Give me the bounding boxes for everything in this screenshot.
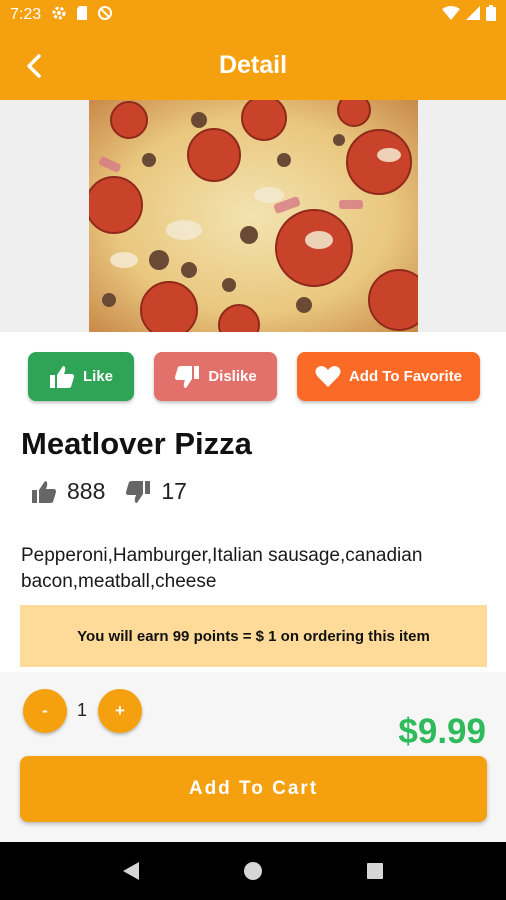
- status-icons-right: [442, 4, 496, 26]
- sd-card-icon: [75, 5, 89, 26]
- page-title: Detail: [218, 50, 288, 79]
- product-price: $9.99: [398, 712, 486, 751]
- pizza-image: [89, 100, 418, 332]
- status-time: 7:23: [10, 6, 42, 23]
- dislike-label: Dislike: [208, 368, 257, 385]
- back-triangle-icon: [123, 862, 139, 880]
- action-buttons: Like Dislike Add To Favorite: [0, 352, 506, 402]
- app-bar: Detail: [0, 30, 506, 100]
- back-arrow-icon: [27, 54, 41, 78]
- dislike-count-group: 17: [125, 478, 187, 505]
- status-icons-left: [51, 5, 113, 26]
- dislike-count: 17: [161, 478, 187, 504]
- add-to-favorite-button[interactable]: Add To Favorite: [297, 352, 480, 401]
- thumbs-up-icon: [49, 365, 74, 388]
- system-navigation-bar: [0, 842, 506, 900]
- favorite-label: Add To Favorite: [348, 368, 463, 385]
- product-name: Meatlover Pizza: [21, 426, 252, 461]
- nav-home-button[interactable]: [233, 851, 273, 891]
- recents-square-icon: [367, 863, 383, 879]
- wifi-icon: [442, 5, 460, 25]
- quantity-value: 1: [76, 700, 87, 720]
- back-button[interactable]: [20, 52, 48, 80]
- product-image-area: [0, 100, 506, 332]
- add-to-cart-button[interactable]: Add To Cart: [20, 756, 487, 822]
- thumbs-down-icon: [175, 365, 200, 388]
- product-description: Pepperoni,Hamburger,Italian sausage,cana…: [21, 545, 423, 592]
- like-count-group: 888: [31, 478, 105, 505]
- status-bar: 7:23: [0, 0, 506, 30]
- heart-icon: [315, 366, 341, 387]
- no-disturb-icon: [97, 5, 113, 26]
- increase-quantity-button[interactable]: +: [98, 689, 142, 733]
- like-label: Like: [82, 368, 113, 385]
- nav-back-button[interactable]: [111, 851, 151, 891]
- battery-icon: [486, 4, 496, 26]
- settings-icon: [51, 5, 67, 26]
- like-button[interactable]: Like: [28, 352, 134, 401]
- signal-icon: [466, 5, 480, 25]
- thumbs-down-icon: [126, 480, 151, 503]
- dislike-button[interactable]: Dislike: [154, 352, 277, 401]
- nav-recents-button[interactable]: [355, 851, 395, 891]
- decrease-quantity-button[interactable]: -: [23, 689, 67, 733]
- rating-counts: 888 17: [31, 478, 207, 505]
- thumbs-up-icon: [32, 480, 56, 503]
- like-count: 888: [67, 478, 106, 504]
- points-banner: You will earn 99 points = $ 1 on orderin…: [20, 605, 487, 667]
- order-panel: - 1 + $9.99 Add To Cart: [0, 672, 506, 842]
- home-circle-icon: [244, 862, 262, 880]
